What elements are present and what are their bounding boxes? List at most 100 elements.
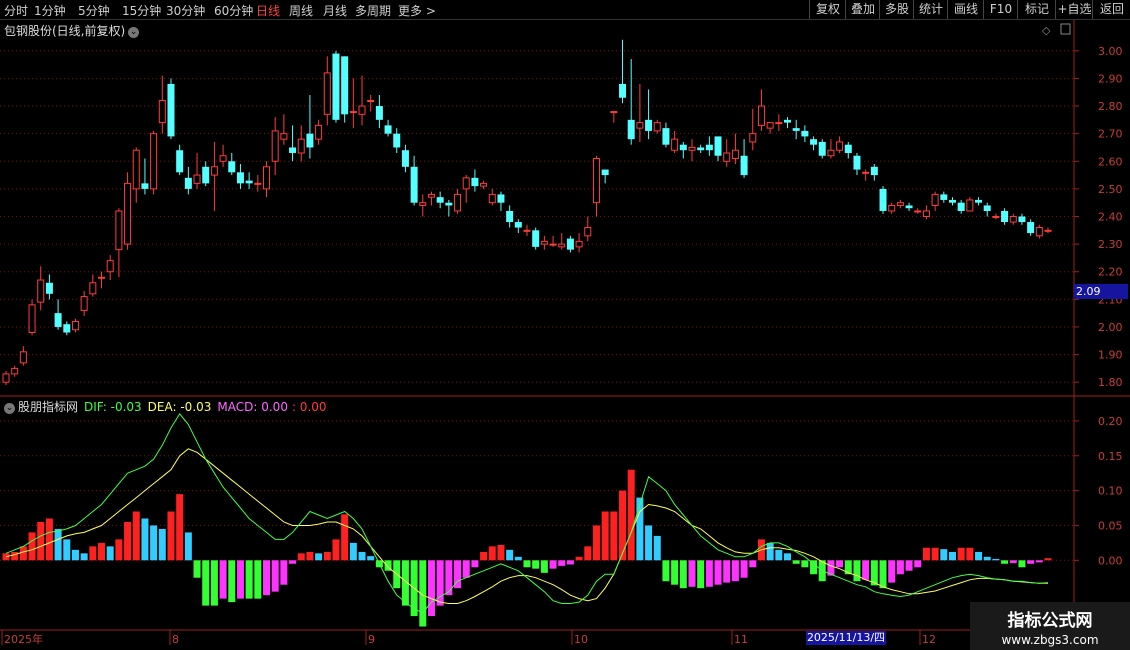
price-tick-label: 1.80: [1098, 376, 1123, 389]
macd-tick-label: 0.10: [1098, 485, 1123, 498]
period-tab-1[interactable]: 1分钟: [34, 2, 66, 19]
macd-bar: [1001, 560, 1009, 564]
period-tab-7[interactable]: 周线: [289, 2, 313, 19]
indicator-name[interactable]: 股朋指标网: [18, 400, 78, 414]
candle-body: [836, 141, 844, 151]
candle-body: [645, 119, 653, 131]
macd-bar: [54, 528, 62, 561]
macd-bar: [575, 556, 583, 561]
candle-body: [176, 150, 184, 173]
macd-bar: [827, 560, 835, 576]
toolbar-button-1[interactable]: 叠加: [845, 0, 880, 19]
stock-title[interactable]: 包钢股份(日线,前复权) ⌄: [4, 22, 140, 39]
candle-body: [801, 130, 809, 137]
period-tab-3[interactable]: 15分钟: [122, 2, 161, 19]
candle-body: [89, 282, 97, 295]
toolbar-button-6[interactable]: 标记: [1017, 0, 1056, 19]
candle-body: [480, 182, 488, 187]
candle-body: [992, 216, 1000, 218]
macd-tick-label: 0.20: [1098, 415, 1123, 428]
macd-bar: [688, 560, 696, 587]
macd-bar: [749, 560, 757, 568]
macd-bar: [792, 560, 800, 564]
candle-body: [888, 204, 896, 212]
period-tab-4[interactable]: 30分钟: [166, 2, 205, 19]
candle-body: [401, 150, 409, 167]
macd-bar: [714, 560, 722, 585]
toolbar-button-5[interactable]: F10: [983, 0, 1018, 19]
macd-bar: [375, 560, 383, 568]
current-price-label: 2.09: [1074, 284, 1128, 299]
macd-bar: [940, 549, 948, 561]
candle-body: [280, 133, 288, 140]
macd-bar: [592, 525, 600, 561]
candle-body: [158, 100, 166, 124]
toolbar-button-7[interactable]: +自选: [1055, 0, 1093, 19]
macd-bar: [37, 521, 45, 561]
toolbar-button-8[interactable]: 返回: [1092, 0, 1130, 19]
macd-bar: [514, 556, 522, 561]
period-tab-6[interactable]: 日线: [256, 2, 280, 19]
price-tick-label: 2.00: [1098, 321, 1123, 334]
macd-bar: [766, 542, 774, 561]
period-tab-8[interactable]: 月线: [323, 2, 347, 19]
macd-bar: [315, 553, 323, 561]
candle-body: [697, 147, 705, 151]
macd-bar: [28, 532, 36, 561]
chevron-down-icon[interactable]: ⌄: [128, 27, 140, 38]
candle-body: [454, 193, 462, 212]
candle-body: [488, 193, 496, 204]
macd-bar: [558, 560, 566, 566]
candle-body: [384, 125, 392, 134]
watermark-title: 指标公式网: [1007, 611, 1093, 631]
macd-bar: [219, 560, 227, 599]
candle-body: [766, 122, 774, 129]
indicator-title: ⌄ 股朋指标网 DIF: -0.03 DEA: -0.03 MACD: 0.00: 0.…: [4, 398, 327, 415]
toolbar-button-0[interactable]: 复权: [809, 0, 846, 19]
period-tab-2[interactable]: 5分钟: [78, 2, 110, 19]
macd-bar: [757, 539, 765, 561]
price-tick-label: 2.40: [1098, 211, 1123, 224]
macd-bar: [167, 511, 175, 561]
macd-bar: [888, 560, 896, 583]
candle-body: [940, 194, 948, 200]
toolbar-button-4[interactable]: 画线: [947, 0, 984, 19]
candle-body: [28, 304, 36, 333]
macd-bar: [870, 560, 878, 586]
macd-bar: [367, 556, 375, 561]
chevron-down-icon[interactable]: ⌄: [4, 403, 15, 414]
candle-body: [210, 166, 218, 176]
macd-bar: [966, 547, 974, 561]
candle-body: [853, 155, 861, 170]
period-tab-10[interactable]: 更多 >: [398, 2, 436, 19]
period-tab-0[interactable]: 分时: [4, 2, 28, 19]
macd-bar: [983, 556, 991, 561]
macd-bar: [601, 511, 609, 561]
candle-body: [271, 130, 279, 162]
period-tab-5[interactable]: 60分钟: [214, 2, 253, 19]
candle-body: [966, 199, 974, 212]
toolbar-button-2[interactable]: 多股: [879, 0, 914, 19]
month-label: 9: [368, 633, 375, 646]
macd-bar: [679, 560, 687, 589]
macd-tick-label: 0.00: [1098, 554, 1123, 567]
price-tick-label: 2.20: [1098, 266, 1123, 279]
candle-body: [106, 260, 114, 273]
macd-bar: [445, 560, 453, 596]
toolbar-button-3[interactable]: 统计: [913, 0, 948, 19]
macd-bar: [45, 518, 53, 561]
macd-bar: [1018, 560, 1026, 568]
macd-bar: [540, 560, 548, 573]
macd-bar: [2, 553, 10, 561]
candle-body: [679, 144, 687, 151]
period-tab-9[interactable]: 多周期: [355, 2, 391, 19]
candle-body: [1001, 210, 1009, 223]
candle-body: [1009, 216, 1017, 223]
candle-body: [115, 210, 123, 251]
cursor-date-label: 2025/11/13/四: [806, 631, 886, 645]
candle-body: [627, 119, 635, 140]
macd-tick-label: 0.05: [1098, 519, 1123, 532]
candle-body: [1018, 216, 1026, 223]
candle-body: [254, 182, 262, 185]
candle-body: [323, 72, 331, 115]
